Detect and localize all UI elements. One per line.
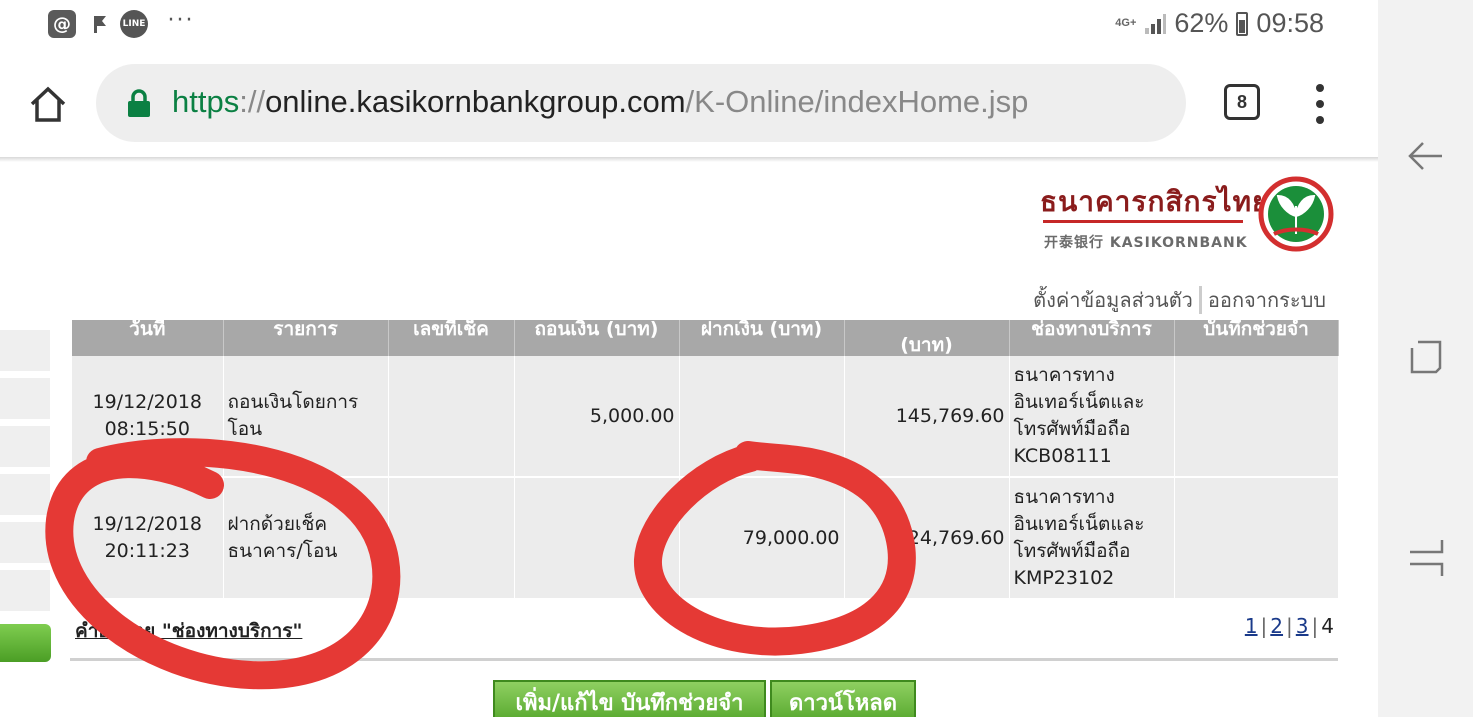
- col-header-channel: ช่องทางบริการ: [1009, 320, 1175, 356]
- date-text: 19/12/2018: [92, 391, 202, 413]
- cell-cheque: [388, 477, 515, 600]
- cell-memo[interactable]: [1174, 356, 1339, 478]
- network-type-label: 4G+: [1115, 17, 1137, 29]
- clock: 09:58: [1256, 8, 1324, 38]
- url-path: /K-Online/indexHome.jsp: [685, 84, 1029, 119]
- page-link-2[interactable]: 2: [1270, 614, 1283, 638]
- date-text: 19/12/2018: [92, 513, 202, 535]
- table-row: 19/12/2018 20:11:23 ฝากด้วยเช็คธนาคาร/โอ…: [72, 477, 1339, 600]
- time-text: 08:15:50: [104, 418, 190, 440]
- service-channel-help-link[interactable]: คำอธิบาย "ช่องทางบริการ": [75, 616, 302, 646]
- more-dots-icon: ···: [167, 7, 195, 33]
- cell-channel: ธนาคารทางอินเทอร์เน็ตและโทรศัพท์มือถือ K…: [1009, 356, 1175, 478]
- col-header-memo: บันทึกช่วยจำ: [1174, 320, 1339, 356]
- cell-balance: 145,769.60: [844, 356, 1010, 478]
- personal-settings-link[interactable]: ตั้งค่าข้อมูลส่วนตัว: [1033, 284, 1193, 316]
- table-header-row: วันที่ รายการ เลขที่เช็ค ถอนเงิน (บาท) ฝ…: [72, 320, 1339, 356]
- cell-withdraw: [514, 477, 680, 600]
- sidebar-item[interactable]: [0, 570, 50, 614]
- battery-icon: [1236, 11, 1249, 36]
- top-links: ตั้งค่าข้อมูลส่วนตัว ออกจากระบบ: [1033, 284, 1326, 316]
- sidebar-item[interactable]: [0, 522, 50, 566]
- col-header-withdraw: ถอนเงิน (บาท): [514, 320, 680, 356]
- at-sign-icon: @: [48, 10, 76, 38]
- transactions-table-wrapper: วันที่ รายการ เลขที่เช็ค ถอนเงิน (บาท) ฝ…: [72, 320, 1339, 600]
- url-scheme: https: [172, 84, 240, 119]
- status-bar: @ LINE ··· 4G+ 62% 09:58: [0, 0, 1378, 50]
- pagination: 1 | 2 | 3 | 4: [1244, 614, 1334, 638]
- signal-icon: [1145, 13, 1167, 34]
- bank-name-thai: ธนาคารกสิกรไทย: [1040, 185, 1270, 218]
- cell-channel: ธนาคารทางอินเทอร์เน็ตและโทรศัพท์มือถือ K…: [1009, 477, 1175, 600]
- col-header-date: วันที่: [72, 320, 224, 356]
- url-separator: ://: [239, 84, 266, 119]
- transactions-table: วันที่ รายการ เลขที่เช็ค ถอนเงิน (บาท) ฝ…: [72, 320, 1339, 600]
- cell-date: 19/12/2018 20:11:23: [72, 477, 224, 600]
- sidebar-item[interactable]: [0, 474, 50, 518]
- browser-toolbar: https://online.kasikornbankgroup.com/K-O…: [0, 50, 1378, 158]
- url-host: online.kasikornbankgroup.com: [265, 84, 686, 119]
- cell-deposit: 79,000.00: [679, 477, 845, 600]
- col-header-deposit: ฝากเงิน (บาท): [679, 320, 845, 356]
- address-bar[interactable]: https://online.kasikornbankgroup.com/K-O…: [96, 64, 1186, 142]
- logout-link[interactable]: ออกจากระบบ: [1208, 284, 1326, 316]
- cell-withdraw: 5,000.00: [514, 356, 680, 478]
- cell-date: 19/12/2018 08:15:50: [72, 356, 224, 478]
- cell-description: ถอนเงินโดยการโอน: [223, 356, 389, 478]
- line-app-icon: LINE: [120, 10, 148, 38]
- download-button[interactable]: ดาวน์โหลด: [770, 680, 916, 717]
- page-link-1[interactable]: 1: [1245, 614, 1258, 638]
- cell-cheque: [388, 356, 515, 478]
- flag-icon: [86, 10, 114, 38]
- bank-name-english: 开泰银行 KASIKORNBANK: [1044, 235, 1248, 251]
- android-nav-bar: [1378, 0, 1473, 717]
- kbank-emblem-icon: [1258, 176, 1334, 252]
- page-current: 4: [1321, 614, 1334, 638]
- lock-icon: [128, 89, 150, 117]
- logo-underline: [1043, 220, 1243, 223]
- cell-description: ฝากด้วยเช็คธนาคาร/โอน: [223, 477, 389, 600]
- col-header-balance: (บาท): [844, 320, 1010, 356]
- recent-apps-icon[interactable]: [1408, 538, 1444, 578]
- sidebar-item[interactable]: [0, 330, 50, 374]
- cell-memo[interactable]: [1174, 477, 1339, 600]
- time-text: 20:11:23: [104, 540, 190, 562]
- table-row: 19/12/2018 08:15:50 ถอนเงินโดยการโอน 5,0…: [72, 356, 1339, 478]
- col-header-description: รายการ: [223, 320, 389, 356]
- web-page: ธนาคารกสิกรไทย 开泰银行 KASIKORNBANK ตั้งค่า…: [0, 162, 1378, 717]
- cell-balance: 224,769.60: [844, 477, 1010, 600]
- cell-deposit: [679, 356, 845, 478]
- battery-percent: 62%: [1174, 8, 1229, 38]
- tab-count: 8: [1236, 91, 1247, 112]
- link-divider: [1198, 286, 1202, 314]
- home-square-icon[interactable]: [1410, 340, 1442, 374]
- col-header-cheque: เลขที่เช็ค: [388, 320, 515, 356]
- menu-dots-icon[interactable]: [1312, 84, 1328, 124]
- url-text[interactable]: https://online.kasikornbankgroup.com/K-O…: [172, 84, 1028, 120]
- page-link-3[interactable]: 3: [1296, 614, 1309, 638]
- sidebar-item[interactable]: [0, 378, 50, 422]
- sidebar-active-tab[interactable]: [0, 624, 51, 662]
- status-right-group: 4G+ 62% 09:58: [1115, 8, 1324, 39]
- back-arrow-icon[interactable]: [1408, 138, 1444, 174]
- sidebar-item[interactable]: [0, 426, 50, 470]
- home-icon[interactable]: [28, 84, 68, 124]
- bottom-rule: [70, 658, 1338, 661]
- tabs-icon[interactable]: 8: [1224, 84, 1260, 120]
- add-edit-memo-button[interactable]: เพิ่ม/แก้ไข บันทึกช่วยจำ: [493, 680, 766, 717]
